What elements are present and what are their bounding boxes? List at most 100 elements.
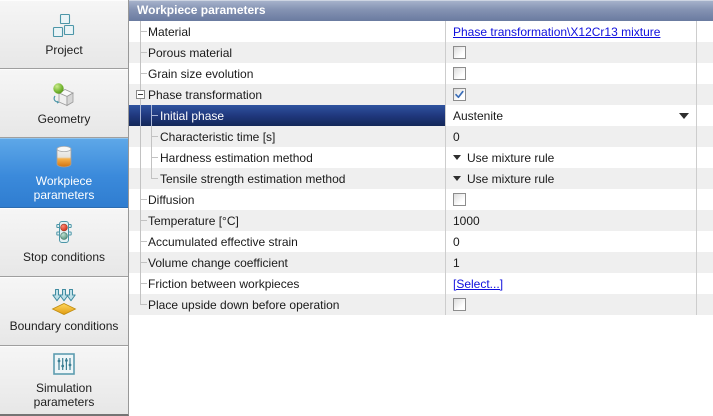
property-name-volume-change-coefficient[interactable]: Volume change coefficient [129,252,445,273]
boundary-arrows-icon [50,288,78,316]
property-value-porous-material [445,42,697,63]
value-link[interactable]: [Select...] [453,277,503,291]
property-value-hardness-estimation-method: Use mixture rule [445,147,697,168]
value-link[interactable]: Phase transformation\X12Cr13 mixture [453,25,660,39]
property-label: Tensile strength estimation method [160,171,346,186]
value-text[interactable]: 0 [453,130,460,144]
property-name-accumulated-effective-strain[interactable]: Accumulated effective strain [129,231,445,252]
value-text[interactable]: 0 [453,235,460,249]
dropdown-arrow-icon[interactable] [679,112,689,119]
value-text[interactable]: 1000 [453,214,480,228]
property-row: Phase transformation [129,84,713,105]
sidebar-item-geometry[interactable]: Geometry [0,69,128,139]
traffic-light-icon [50,219,78,247]
property-name-tensile-strength-estimation-method[interactable]: Tensile strength estimation method [129,168,445,189]
property-name-place-upside-down-before-operation[interactable]: Place upside down before operation [129,294,445,315]
property-label: Friction between workpieces [148,276,300,291]
workpiece-cylinder-icon [50,143,78,171]
property-value-material: Phase transformation\X12Cr13 mixture [445,21,697,42]
sidebar-item-label: Simulation parameters [33,381,95,410]
tree-line [152,157,158,158]
tree-line [141,283,147,284]
sidebar-item-stop-conditions[interactable]: Stop conditions [0,207,128,277]
property-label: Diffusion [148,192,195,207]
checkbox-unchecked[interactable] [453,193,466,206]
tree-line [140,126,141,147]
parameters-panel: Workpiece parameters Material Phase trans… [129,0,713,416]
checkbox-checked[interactable] [453,88,466,101]
tree-line [140,105,141,126]
property-value-phase-transformation [445,84,697,105]
property-name-characteristic-time-s[interactable]: Characteristic time [s] [129,126,445,147]
dropdown-value[interactable]: Austenite [453,109,503,123]
tree-line [141,220,147,221]
sidebar-item-workpiece-parameters[interactable]: Workpiece parameters [0,138,128,208]
tree-line [140,147,141,168]
property-label: Phase transformation [148,87,263,102]
sidebar-item-label: Workpiece parameters [33,173,95,202]
value-text[interactable]: Use mixture rule [467,151,554,165]
property-name-initial-phase[interactable]: Initial phase [129,105,445,126]
sidebar-item-label: Project [45,42,83,57]
tree-line [141,31,147,32]
property-value-accumulated-effective-strain: 0 [445,231,697,252]
checkbox-unchecked[interactable] [453,46,466,59]
collapsed-dropdown-icon[interactable] [453,176,461,181]
property-row: Grain size evolution [129,63,713,84]
tree-line [152,178,158,179]
value-text[interactable]: 1 [453,256,460,270]
property-label: Place upside down before operation [148,297,340,312]
simulation-sliders-icon [50,350,78,378]
geometry-cube-icon [50,81,78,109]
tree-line [141,52,147,53]
checkbox-unchecked[interactable] [453,67,466,80]
property-label: Initial phase [160,108,225,123]
property-value-place-upside-down-before-operation [445,294,697,315]
sidebar-item-simulation-parameters[interactable]: Simulation parameters [0,345,128,415]
property-row: Characteristic time [s] 0 [129,126,713,147]
property-grid: Material Phase transformation\X12Cr13 mix… [129,21,713,315]
tree-line [141,262,147,263]
property-name-porous-material[interactable]: Porous material [129,42,445,63]
sidebar-item-project[interactable]: Project [0,0,128,70]
property-name-phase-transformation[interactable]: Phase transformation [129,84,445,105]
property-row: Friction between workpieces [Select...] [129,273,713,294]
property-row: Volume change coefficient 1 [129,252,713,273]
property-row: Diffusion [129,189,713,210]
property-name-hardness-estimation-method[interactable]: Hardness estimation method [129,147,445,168]
checkbox-unchecked[interactable] [453,298,466,311]
project-documents-icon [50,12,78,40]
property-value-characteristic-time-s: 0 [445,126,697,147]
panel-header: Workpiece parameters [129,0,713,21]
sidebar-item-label: Geometry [37,111,91,126]
sidebar-item-boundary-conditions[interactable]: Boundary conditions [0,276,128,346]
property-value-friction-between-workpieces: [Select...] [445,273,697,294]
panel-title: Workpiece parameters [137,3,266,17]
property-label: Grain size evolution [148,66,254,81]
tree-line [140,168,141,189]
collapsed-dropdown-icon[interactable] [453,155,461,160]
property-label: Accumulated effective strain [148,234,298,249]
property-row: Material Phase transformation\X12Cr13 mix… [129,21,713,42]
property-value-initial-phase: Austenite [445,105,697,126]
app-window: Project Geometry Workpiece parameters Stop … [0,0,713,416]
tree-line [141,73,147,74]
property-row: Porous material [129,42,713,63]
tree-line [141,304,147,305]
property-label: Material [148,24,191,39]
property-row: Tensile strength estimation method Use mi… [129,168,713,189]
property-row: Place upside down before operation [129,294,713,315]
property-name-grain-size-evolution[interactable]: Grain size evolution [129,63,445,84]
property-name-material[interactable]: Material [129,21,445,42]
property-row: Temperature [°C] 1000 [129,210,713,231]
property-name-diffusion[interactable]: Diffusion [129,189,445,210]
property-name-temperature-c[interactable]: Temperature [°C] [129,210,445,231]
collapse-expander-icon[interactable] [136,90,145,99]
value-text[interactable]: Use mixture rule [467,172,554,186]
property-value-grain-size-evolution [445,63,697,84]
property-name-friction-between-workpieces[interactable]: Friction between workpieces [129,273,445,294]
property-value-volume-change-coefficient: 1 [445,252,697,273]
property-row: Accumulated effective strain 0 [129,231,713,252]
property-value-diffusion [445,189,697,210]
tree-line [152,115,158,116]
